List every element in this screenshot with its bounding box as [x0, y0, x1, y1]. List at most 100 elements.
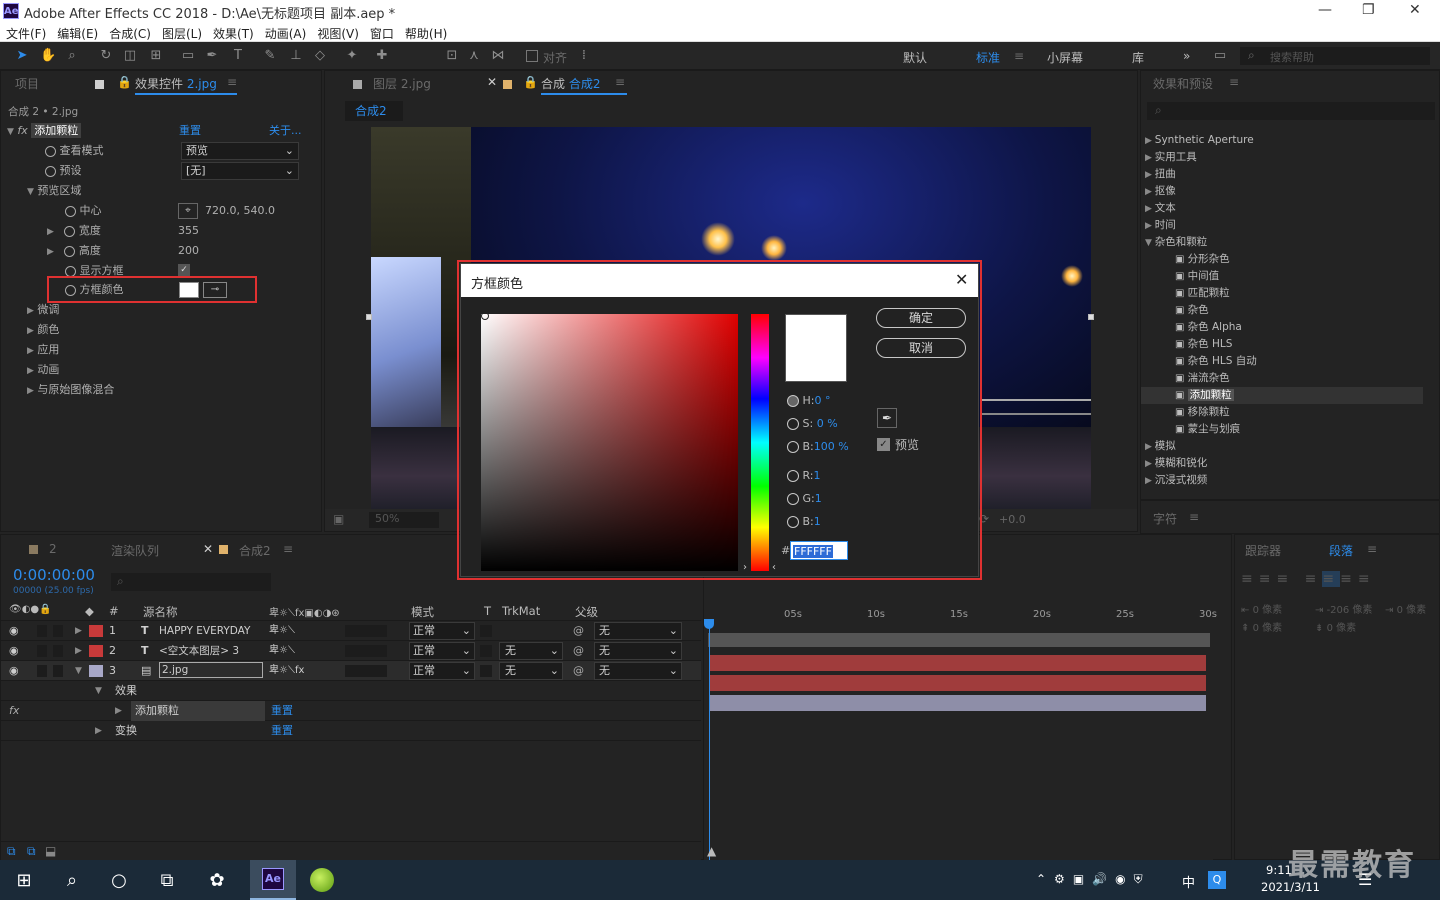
layer-row[interactable]: ◉ ▶ 1 T HAPPY EVERYDAY 卑☼⟍ 正常 ⌄ @ 无 ⌄ — [1, 621, 701, 641]
layer-label-color[interactable] — [89, 665, 103, 677]
roto-brush-tool-icon[interactable]: ✦ — [344, 48, 360, 64]
view-axis-icon[interactable]: ⋈ — [490, 48, 506, 64]
effects-list-item[interactable]: ▣ 湍流杂色 — [1175, 370, 1230, 387]
menu-window[interactable]: 窗口 — [364, 22, 399, 42]
hue-slider-left-arrow[interactable]: › — [743, 562, 747, 573]
hand-tool-icon[interactable]: ✋ — [40, 48, 56, 64]
playhead-handle[interactable] — [704, 619, 714, 629]
effects-list-item[interactable]: ▶ 模拟 — [1145, 438, 1176, 455]
tab-composition[interactable]: 合成 合成2 — [541, 75, 600, 92]
minimize-button[interactable]: — — [1318, 2, 1332, 18]
windows-start-icon[interactable]: ⊞ — [13, 870, 35, 892]
width-value[interactable]: 355 — [178, 221, 199, 241]
effects-list-item[interactable]: ▣ 移除颗粒 — [1175, 404, 1230, 421]
hex-input[interactable]: FFFFFF — [790, 541, 848, 560]
tab-character[interactable]: 字符 — [1153, 510, 1177, 527]
layer-bar-2[interactable] — [710, 675, 1206, 691]
snapshot-icon[interactable]: ▣ — [333, 512, 344, 526]
height-value[interactable]: 200 — [178, 241, 199, 261]
visibility-eye-icon[interactable]: ◉ — [9, 641, 19, 661]
workspace-menu-icon[interactable]: ≡ — [1014, 49, 1024, 63]
pinwheel-app-icon[interactable]: ✿ — [206, 870, 228, 892]
effect-reset-link[interactable]: 重置 — [179, 121, 201, 141]
effects-list-item[interactable]: ▣ 匹配颗粒 — [1175, 285, 1230, 302]
blend-mode-select[interactable]: 正常 ⌄ — [409, 642, 475, 660]
menu-layer[interactable]: 图层(L) — [156, 22, 207, 42]
rectangle-tool-icon[interactable]: ▭ — [180, 48, 196, 64]
help-search-input[interactable]: 搜索帮助 — [1270, 49, 1314, 65]
effects-list-item[interactable]: ▶ 实用工具 — [1145, 149, 1197, 166]
space-before-field[interactable]: ⇞ 0 像素 — [1241, 619, 1282, 634]
close-button[interactable]: ✕ — [1409, 2, 1421, 18]
parent-select[interactable]: 无 ⌄ — [594, 642, 682, 660]
space-after-field[interactable]: ⇟ 0 像素 — [1315, 619, 1356, 634]
effects-search-input[interactable]: ⌕ — [1147, 102, 1435, 120]
effects-list-item[interactable]: ▼ 杂色和颗粒 — [1145, 234, 1207, 251]
tab-close-icon[interactable]: ✕ — [203, 542, 213, 556]
zoom-select[interactable]: 50% — [369, 512, 439, 528]
visibility-eye-icon[interactable]: ◉ — [9, 661, 19, 681]
crosshair-icon[interactable]: ⌖ — [178, 203, 198, 219]
trkmat-select[interactable]: 无 ⌄ — [499, 662, 563, 680]
lock-icon[interactable]: 🔒 — [523, 75, 538, 89]
effects-list-item[interactable]: ▣ 杂色 — [1175, 302, 1209, 319]
brush-tool-icon[interactable]: ✎ — [262, 48, 278, 64]
indent-left-field[interactable]: ⇤ 0 像素 — [1241, 601, 1282, 616]
group-apply[interactable]: ▶ 应用 — [27, 340, 59, 360]
layer-name[interactable]: <空文本图层> 3 — [159, 641, 239, 661]
search-icon[interactable]: ⌕ — [61, 870, 83, 892]
lock-switch[interactable] — [53, 665, 63, 677]
system-tray-icons[interactable]: ⌃⚙▣🔊◉⛨ — [1036, 872, 1151, 887]
lock-switch[interactable] — [53, 625, 63, 637]
ok-button[interactable]: 确定 — [876, 308, 966, 328]
effects-list-item[interactable]: ▶ 抠像 — [1145, 183, 1176, 200]
saturation-brightness-field[interactable] — [481, 314, 738, 571]
trkmat-select[interactable]: 无 ⌄ — [499, 642, 563, 660]
stopwatch-icon[interactable] — [65, 205, 76, 217]
workspace-default[interactable]: 默认 — [903, 49, 927, 66]
layer-label-color[interactable] — [89, 625, 103, 637]
effects-list-item[interactable]: ▶ 扭曲 — [1145, 166, 1176, 183]
workspace-library[interactable]: 库 — [1132, 49, 1144, 66]
layer-label-color[interactable] — [89, 645, 103, 657]
stopwatch-icon[interactable] — [65, 265, 76, 277]
collapse-icon[interactable]: ▼ — [7, 127, 14, 137]
stopwatch-icon[interactable] — [64, 245, 76, 257]
workspace-more-icon[interactable]: » — [1183, 49, 1190, 63]
r-value[interactable]: 1 — [814, 469, 821, 482]
paragraph-align-buttons[interactable]: ≡≡≡ ≡≡≡≡ — [1241, 571, 1376, 587]
menu-file[interactable]: 文件(F) — [0, 22, 51, 42]
stopwatch-icon[interactable] — [64, 225, 76, 237]
parent-select[interactable]: 无 ⌄ — [594, 662, 682, 680]
time-ruler[interactable]: 05s 10s 15s 20s 25s 30s — [704, 609, 1217, 625]
effects-list-item[interactable]: ▣ 分形杂色 — [1175, 251, 1230, 268]
effects-list-item[interactable]: ▣ 杂色 HLS — [1175, 336, 1232, 353]
group-blend-original[interactable]: ▶ 与原始图像混合 — [27, 380, 114, 400]
menu-composition[interactable]: 合成(C) — [103, 22, 156, 42]
effects-presets-title[interactable]: 效果和预设 — [1153, 75, 1213, 92]
b-value[interactable]: 100 % — [814, 440, 849, 453]
menu-view[interactable]: 视图(V) — [311, 22, 364, 42]
center-value[interactable]: 720.0, 540.0 — [205, 201, 275, 221]
maximize-button[interactable]: ❐ — [1362, 2, 1375, 18]
layer-expand-icon[interactable]: ▶ — [75, 641, 82, 661]
parent-select[interactable]: 无 ⌄ — [594, 622, 682, 640]
g-radio[interactable] — [787, 493, 799, 505]
solo-switch[interactable] — [37, 645, 47, 657]
group-fine-tune[interactable]: ▶ 微调 — [27, 300, 59, 320]
hue-slider-right-arrow[interactable]: ‹ — [772, 562, 776, 573]
lock-icon[interactable]: 🔒 — [117, 75, 132, 89]
panel-menu-icon[interactable]: ≡ — [615, 75, 625, 89]
effects-list-item[interactable]: ▶ 时间 — [1145, 217, 1176, 234]
cancel-button[interactable]: 取消 — [876, 338, 966, 358]
effect-name[interactable]: 添加颗粒 — [31, 123, 82, 138]
melon-app-icon[interactable] — [310, 868, 334, 892]
eyedropper-icon[interactable]: ⊸ — [203, 282, 227, 298]
av-switches-icon[interactable]: 👁◐●🔒 — [9, 604, 52, 615]
tab-close-icon[interactable]: ✕ — [487, 75, 497, 89]
dialog-close-icon[interactable]: ✕ — [955, 270, 968, 289]
blend-mode-select[interactable]: 正常 ⌄ — [409, 662, 475, 680]
menu-help[interactable]: 帮助(H) — [399, 22, 452, 42]
panel-menu-icon[interactable]: ≡ — [283, 542, 293, 556]
clone-stamp-tool-icon[interactable]: ⊥ — [288, 48, 304, 64]
